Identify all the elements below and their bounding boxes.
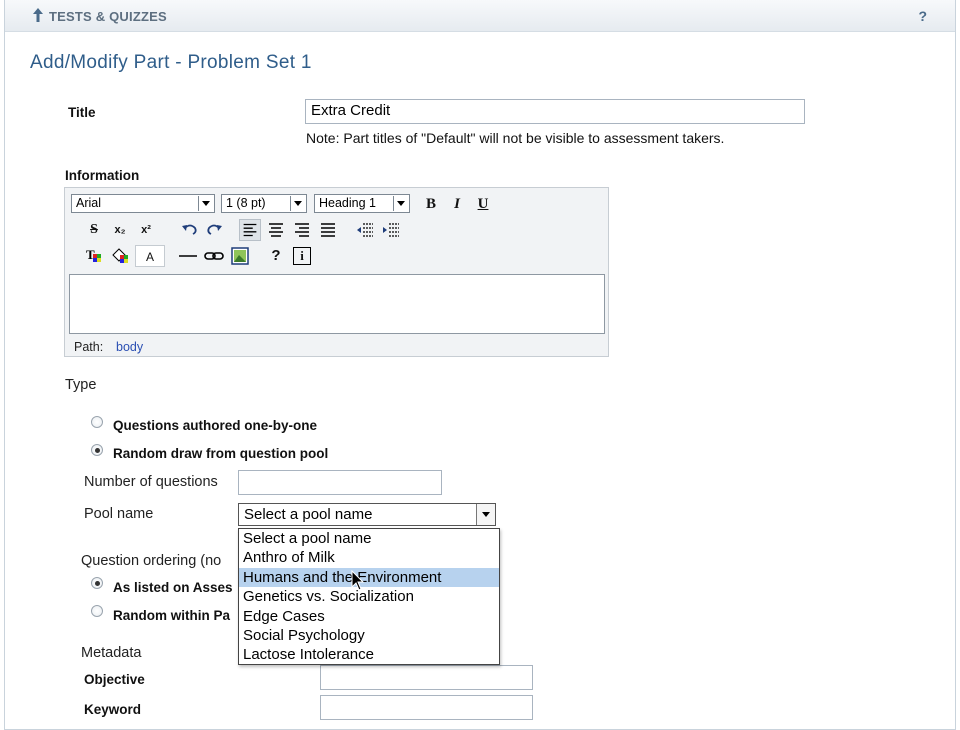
radio-random-draw-label[interactable]: Random draw from question pool bbox=[113, 446, 328, 461]
format-select[interactable]: Heading 1 bbox=[314, 194, 410, 213]
align-center-icon[interactable] bbox=[265, 219, 287, 241]
info-button[interactable]: i bbox=[293, 247, 311, 265]
path-body-link[interactable]: body bbox=[116, 340, 143, 354]
font-size-value: 1 (8 pt) bbox=[226, 196, 266, 210]
chevron-down-icon bbox=[290, 196, 305, 211]
information-label: Information bbox=[65, 168, 140, 183]
background-color-icon[interactable] bbox=[109, 245, 131, 267]
align-left-icon[interactable] bbox=[239, 219, 261, 241]
metadata-label: Metadata bbox=[81, 645, 142, 661]
mouse-cursor-icon bbox=[351, 570, 365, 591]
keyword-input[interactable] bbox=[320, 695, 533, 720]
radio-random-within-part-label[interactable]: Random within Pa bbox=[113, 608, 230, 623]
radio-random-draw[interactable] bbox=[91, 444, 103, 456]
font-color-button[interactable]: A bbox=[135, 245, 165, 267]
page-title: Add/Modify Part - Problem Set 1 bbox=[30, 52, 312, 73]
redo-icon[interactable] bbox=[203, 219, 225, 241]
pool-option[interactable]: Anthro of Milk bbox=[239, 548, 499, 567]
pool-name-select[interactable]: Select a pool name bbox=[238, 503, 496, 526]
bold-button[interactable]: B bbox=[420, 193, 442, 215]
editor-text-area[interactable] bbox=[69, 274, 605, 334]
font-family-value: Arial bbox=[76, 196, 102, 210]
indent-icon[interactable] bbox=[380, 219, 402, 241]
italic-button[interactable]: I bbox=[446, 193, 468, 215]
pool-name-label: Pool name bbox=[84, 506, 154, 522]
text-color-icon[interactable]: T bbox=[83, 245, 105, 267]
pool-option[interactable]: Edge Cases bbox=[239, 607, 499, 626]
title-note: Note: Part titles of "Default" will not … bbox=[306, 130, 725, 146]
pool-option[interactable]: Genetics vs. Socialization bbox=[239, 587, 499, 606]
objective-input[interactable] bbox=[320, 665, 533, 690]
link-icon[interactable] bbox=[203, 245, 225, 267]
path-label: Path: bbox=[74, 340, 104, 354]
pool-name-dropdown-list: Select a pool name Anthro of Milk Humans… bbox=[238, 528, 500, 665]
pool-name-selected-value: Select a pool name bbox=[244, 506, 373, 523]
radio-one-by-one-label[interactable]: Questions authored one-by-one bbox=[113, 418, 317, 433]
up-arrow-icon[interactable] bbox=[31, 7, 45, 23]
horizontal-rule-icon[interactable] bbox=[177, 245, 199, 267]
font-size-select[interactable]: 1 (8 pt) bbox=[221, 194, 307, 213]
radio-as-listed-label[interactable]: As listed on Asses bbox=[113, 580, 233, 595]
question-ordering-label: Question ordering (no bbox=[81, 553, 222, 569]
undo-icon[interactable] bbox=[179, 219, 201, 241]
help-link[interactable]: ? bbox=[918, 8, 927, 24]
number-of-questions-input[interactable] bbox=[238, 470, 442, 495]
pool-option[interactable]: Select a pool name bbox=[239, 529, 499, 548]
underline-button[interactable]: U bbox=[472, 193, 494, 215]
format-value: Heading 1 bbox=[319, 196, 376, 210]
keyword-label: Keyword bbox=[84, 702, 142, 717]
pool-option[interactable]: Social Psychology bbox=[239, 626, 499, 645]
image-icon[interactable] bbox=[229, 245, 251, 267]
title-label: Title bbox=[68, 105, 96, 120]
align-justify-icon[interactable] bbox=[317, 219, 339, 241]
rich-text-editor: Arial 1 (8 pt) Heading 1 B I U S x₂ x² T… bbox=[64, 187, 609, 357]
help-button[interactable]: ? bbox=[265, 245, 287, 267]
chevron-down-icon bbox=[393, 196, 408, 211]
objective-label: Objective bbox=[84, 672, 145, 687]
strikethrough-button[interactable]: S bbox=[83, 219, 105, 241]
radio-one-by-one[interactable] bbox=[91, 416, 103, 428]
type-label: Type bbox=[65, 377, 97, 393]
tool-title-bar: TESTS & QUIZZES ? bbox=[5, 0, 955, 32]
outdent-icon[interactable] bbox=[354, 219, 376, 241]
radio-as-listed[interactable] bbox=[91, 577, 103, 589]
font-family-select[interactable]: Arial bbox=[71, 194, 215, 213]
tool-title[interactable]: TESTS & QUIZZES bbox=[49, 9, 167, 24]
pool-option[interactable]: Lactose Intolerance bbox=[239, 645, 499, 664]
subscript-button[interactable]: x₂ bbox=[109, 219, 131, 241]
radio-random-within-part[interactable] bbox=[91, 605, 103, 617]
superscript-button[interactable]: x² bbox=[135, 219, 157, 241]
chevron-down-icon bbox=[198, 196, 213, 211]
number-of-questions-label: Number of questions bbox=[84, 474, 218, 490]
chevron-down-icon[interactable] bbox=[476, 504, 495, 525]
title-input[interactable]: Extra Credit bbox=[305, 99, 805, 124]
pool-option-highlighted[interactable]: Humans and the Environment bbox=[239, 567, 499, 588]
align-right-icon[interactable] bbox=[291, 219, 313, 241]
